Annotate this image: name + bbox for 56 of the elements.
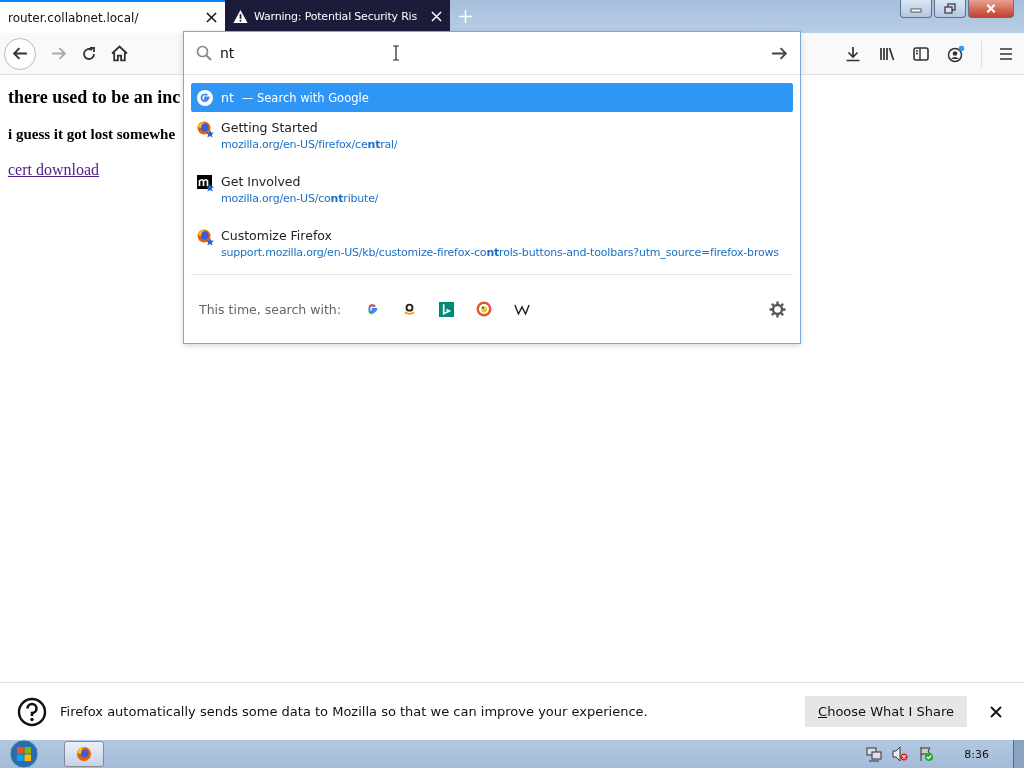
choose-what-i-share-button[interactable]: Choose What I Share xyxy=(805,696,967,727)
address-field[interactable]: nt xyxy=(220,45,380,61)
browser-tab[interactable]: router.collabnet.local/ xyxy=(0,0,225,33)
home-icon[interactable] xyxy=(111,45,128,62)
settings-icon[interactable] xyxy=(769,300,786,318)
search-query: nt xyxy=(221,90,234,105)
bookmark-suggestion[interactable]: Customize Firefox support.mozilla.org/en-US/kb/customize-firefox-controls-buttons-and-toolbars?utm_source=firefox-brows xyxy=(191,220,793,274)
firefox-taskbar-button[interactable] xyxy=(64,741,104,767)
bookmark-suggestion[interactable]: Get Involved mozilla.org/en-US/contribute/ xyxy=(191,166,793,220)
google-icon xyxy=(197,89,213,106)
restore-icon xyxy=(944,2,956,15)
library-icon[interactable] xyxy=(879,45,895,62)
mozilla-m-icon xyxy=(197,175,215,193)
page-subheading: i guess it got lost somewhe xyxy=(8,126,176,143)
duckduckgo-icon[interactable] xyxy=(475,301,492,317)
back-button[interactable] xyxy=(4,37,36,70)
suggestion-title: Customize Firefox xyxy=(221,228,333,243)
close-icon[interactable] xyxy=(206,12,217,23)
search-icon xyxy=(196,45,212,61)
tab-title: router.collabnet.local/ xyxy=(8,10,139,25)
firefox-icon xyxy=(197,229,215,247)
download-icon[interactable] xyxy=(845,45,861,62)
wikipedia-icon[interactable] xyxy=(513,303,530,315)
bing-icon[interactable] xyxy=(438,301,454,317)
text-cursor-icon xyxy=(392,45,400,61)
suggestion-url: mozilla.org/en-US/contribute/ xyxy=(221,192,379,205)
suggestion-url: support.mozilla.org/en-US/kb/customize-firefox-controls-buttons-and-toolbars?utm_source=firefox-brows xyxy=(221,246,779,259)
minimize-button[interactable] xyxy=(900,0,932,18)
browser-tab[interactable]: Warning: Potential Security Ris xyxy=(225,0,450,33)
close-icon[interactable] xyxy=(990,705,1002,718)
bookmark-suggestion[interactable]: Getting Started mozilla.org/en-US/firefox/central/ xyxy=(191,112,793,166)
notification-message: Firefox automatically sends some data to Mozilla so that we can improve your experience. xyxy=(60,704,648,719)
sidebar-icon[interactable] xyxy=(913,45,929,62)
clock: 8:36 xyxy=(964,747,989,761)
network-icon[interactable] xyxy=(866,746,883,762)
account-icon[interactable] xyxy=(947,44,965,63)
muted-speaker-icon[interactable] xyxy=(892,746,909,762)
page-heading: there used to be an inc xyxy=(8,87,181,108)
search-with-label: This time, search with: xyxy=(199,301,341,317)
warning-icon xyxy=(233,9,248,24)
firefox-icon xyxy=(76,746,92,762)
firefox-icon xyxy=(197,121,215,139)
suggestion-title: Get Involved xyxy=(221,174,302,189)
help-icon xyxy=(17,696,47,727)
back-arrow-icon xyxy=(11,45,29,62)
suggestion-url: mozilla.org/en-US/firefox/central/ xyxy=(221,138,398,151)
suggestion-title: Getting Started xyxy=(221,120,319,135)
close-icon xyxy=(985,3,997,14)
restore-button[interactable] xyxy=(934,0,966,18)
tab-title: Warning: Potential Security Ris xyxy=(254,10,417,23)
close-window-button[interactable] xyxy=(968,0,1014,18)
security-flag-icon[interactable] xyxy=(918,746,935,762)
cert-download-link[interactable]: cert download xyxy=(8,161,100,178)
reload-icon[interactable] xyxy=(81,45,97,62)
menu-icon[interactable] xyxy=(998,45,1014,62)
search-action: — Search with Google xyxy=(241,90,369,105)
